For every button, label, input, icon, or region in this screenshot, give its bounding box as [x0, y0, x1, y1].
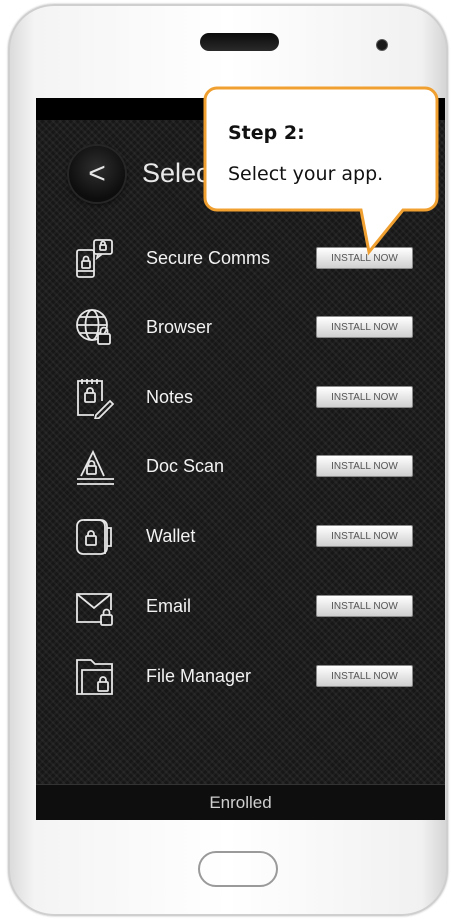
app-label: Wallet	[146, 526, 196, 546]
list-item: Doc Scan INSTALL NOW	[36, 446, 445, 496]
chevron-left-icon: <	[88, 157, 106, 190]
install-button[interactable]: INSTALL NOW	[316, 455, 413, 477]
back-button[interactable]: <	[69, 146, 125, 202]
list-item: File Manager INSTALL NOW	[36, 656, 445, 706]
home-button[interactable]	[198, 851, 278, 887]
list-item: Browser INSTALL NOW	[36, 307, 445, 357]
install-button[interactable]: INSTALL NOW	[316, 525, 413, 547]
secure-comms-icon	[74, 238, 116, 280]
list-item: Wallet INSTALL NOW	[36, 516, 445, 566]
install-button[interactable]: INSTALL NOW	[316, 316, 413, 338]
front-camera	[377, 40, 387, 50]
install-button[interactable]: INSTALL NOW	[316, 665, 413, 687]
globe-lock-icon	[74, 307, 116, 349]
doc-scan-icon	[74, 446, 116, 488]
enrollment-status: Enrolled	[36, 784, 445, 820]
list-item: Email INSTALL NOW	[36, 586, 445, 636]
callout-instruction: Select your app.	[228, 163, 384, 185]
envelope-lock-icon	[74, 586, 116, 628]
list-item: Notes INSTALL NOW	[36, 377, 445, 427]
folder-lock-icon	[74, 656, 116, 698]
notepad-pencil-icon	[74, 377, 116, 421]
app-label: Notes	[146, 387, 194, 407]
install-button[interactable]: INSTALL NOW	[316, 595, 413, 617]
app-label: Browser	[146, 317, 213, 337]
callout-step-title: Step 2:	[228, 122, 305, 144]
step-callout: Step 2: Select your app.	[203, 86, 441, 256]
app-label: Email	[146, 596, 192, 616]
wallet-icon	[74, 516, 116, 558]
install-button[interactable]: INSTALL NOW	[316, 386, 413, 408]
app-label: File Manager	[146, 666, 252, 686]
app-label: Doc Scan	[146, 456, 225, 476]
speaker-grille	[200, 33, 279, 51]
